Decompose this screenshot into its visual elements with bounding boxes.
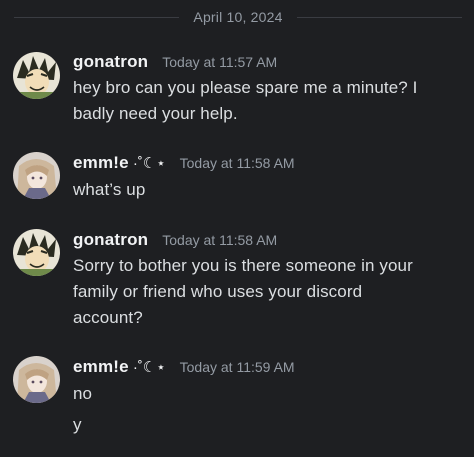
message-line: no (73, 384, 93, 403)
username-gonatron[interactable]: gonatron (73, 52, 148, 72)
message-timestamp: Today at 11:58 AM (179, 155, 295, 171)
username-gonatron[interactable]: gonatron (73, 230, 148, 250)
username-suffix: ·˚☾⋆ (132, 359, 166, 376)
message-text: what’s up (73, 177, 453, 203)
message-line: y (73, 415, 82, 434)
avatar-emmie[interactable] (13, 152, 60, 199)
message-text: hey bro can you please spare me a minute… (73, 75, 453, 127)
message-text: Sorry to bother you is there someone in … (73, 253, 453, 331)
message-timestamp: Today at 11:57 AM (162, 54, 278, 70)
message-line: badly need your help. (73, 104, 238, 123)
message-text: no (73, 381, 453, 407)
message-line: hey bro can you please spare me a minute… (73, 78, 418, 97)
date-divider-label: April 10, 2024 (193, 9, 283, 25)
avatar-gonatron[interactable] (13, 52, 60, 99)
message-line: family or friend who uses your discord (73, 282, 363, 301)
username-emmie[interactable]: emm!e (73, 153, 129, 173)
divider-line-right (296, 16, 463, 18)
message-timestamp: Today at 11:59 AM (179, 359, 295, 375)
avatar-emmie[interactable] (13, 356, 60, 403)
username-suffix: ·˚☾⋆ (132, 155, 166, 172)
message-timestamp: Today at 11:58 AM (162, 232, 278, 248)
message-line: Sorry to bother you is there someone in … (73, 256, 413, 275)
avatar-gonatron[interactable] (13, 229, 60, 276)
message-followup-text: y (73, 412, 453, 438)
date-divider: April 10, 2024 (0, 6, 474, 28)
message-line: what’s up (73, 180, 146, 199)
username-emmie[interactable]: emm!e (73, 357, 129, 377)
message-line: account? (73, 308, 143, 327)
divider-line-left (14, 16, 180, 18)
